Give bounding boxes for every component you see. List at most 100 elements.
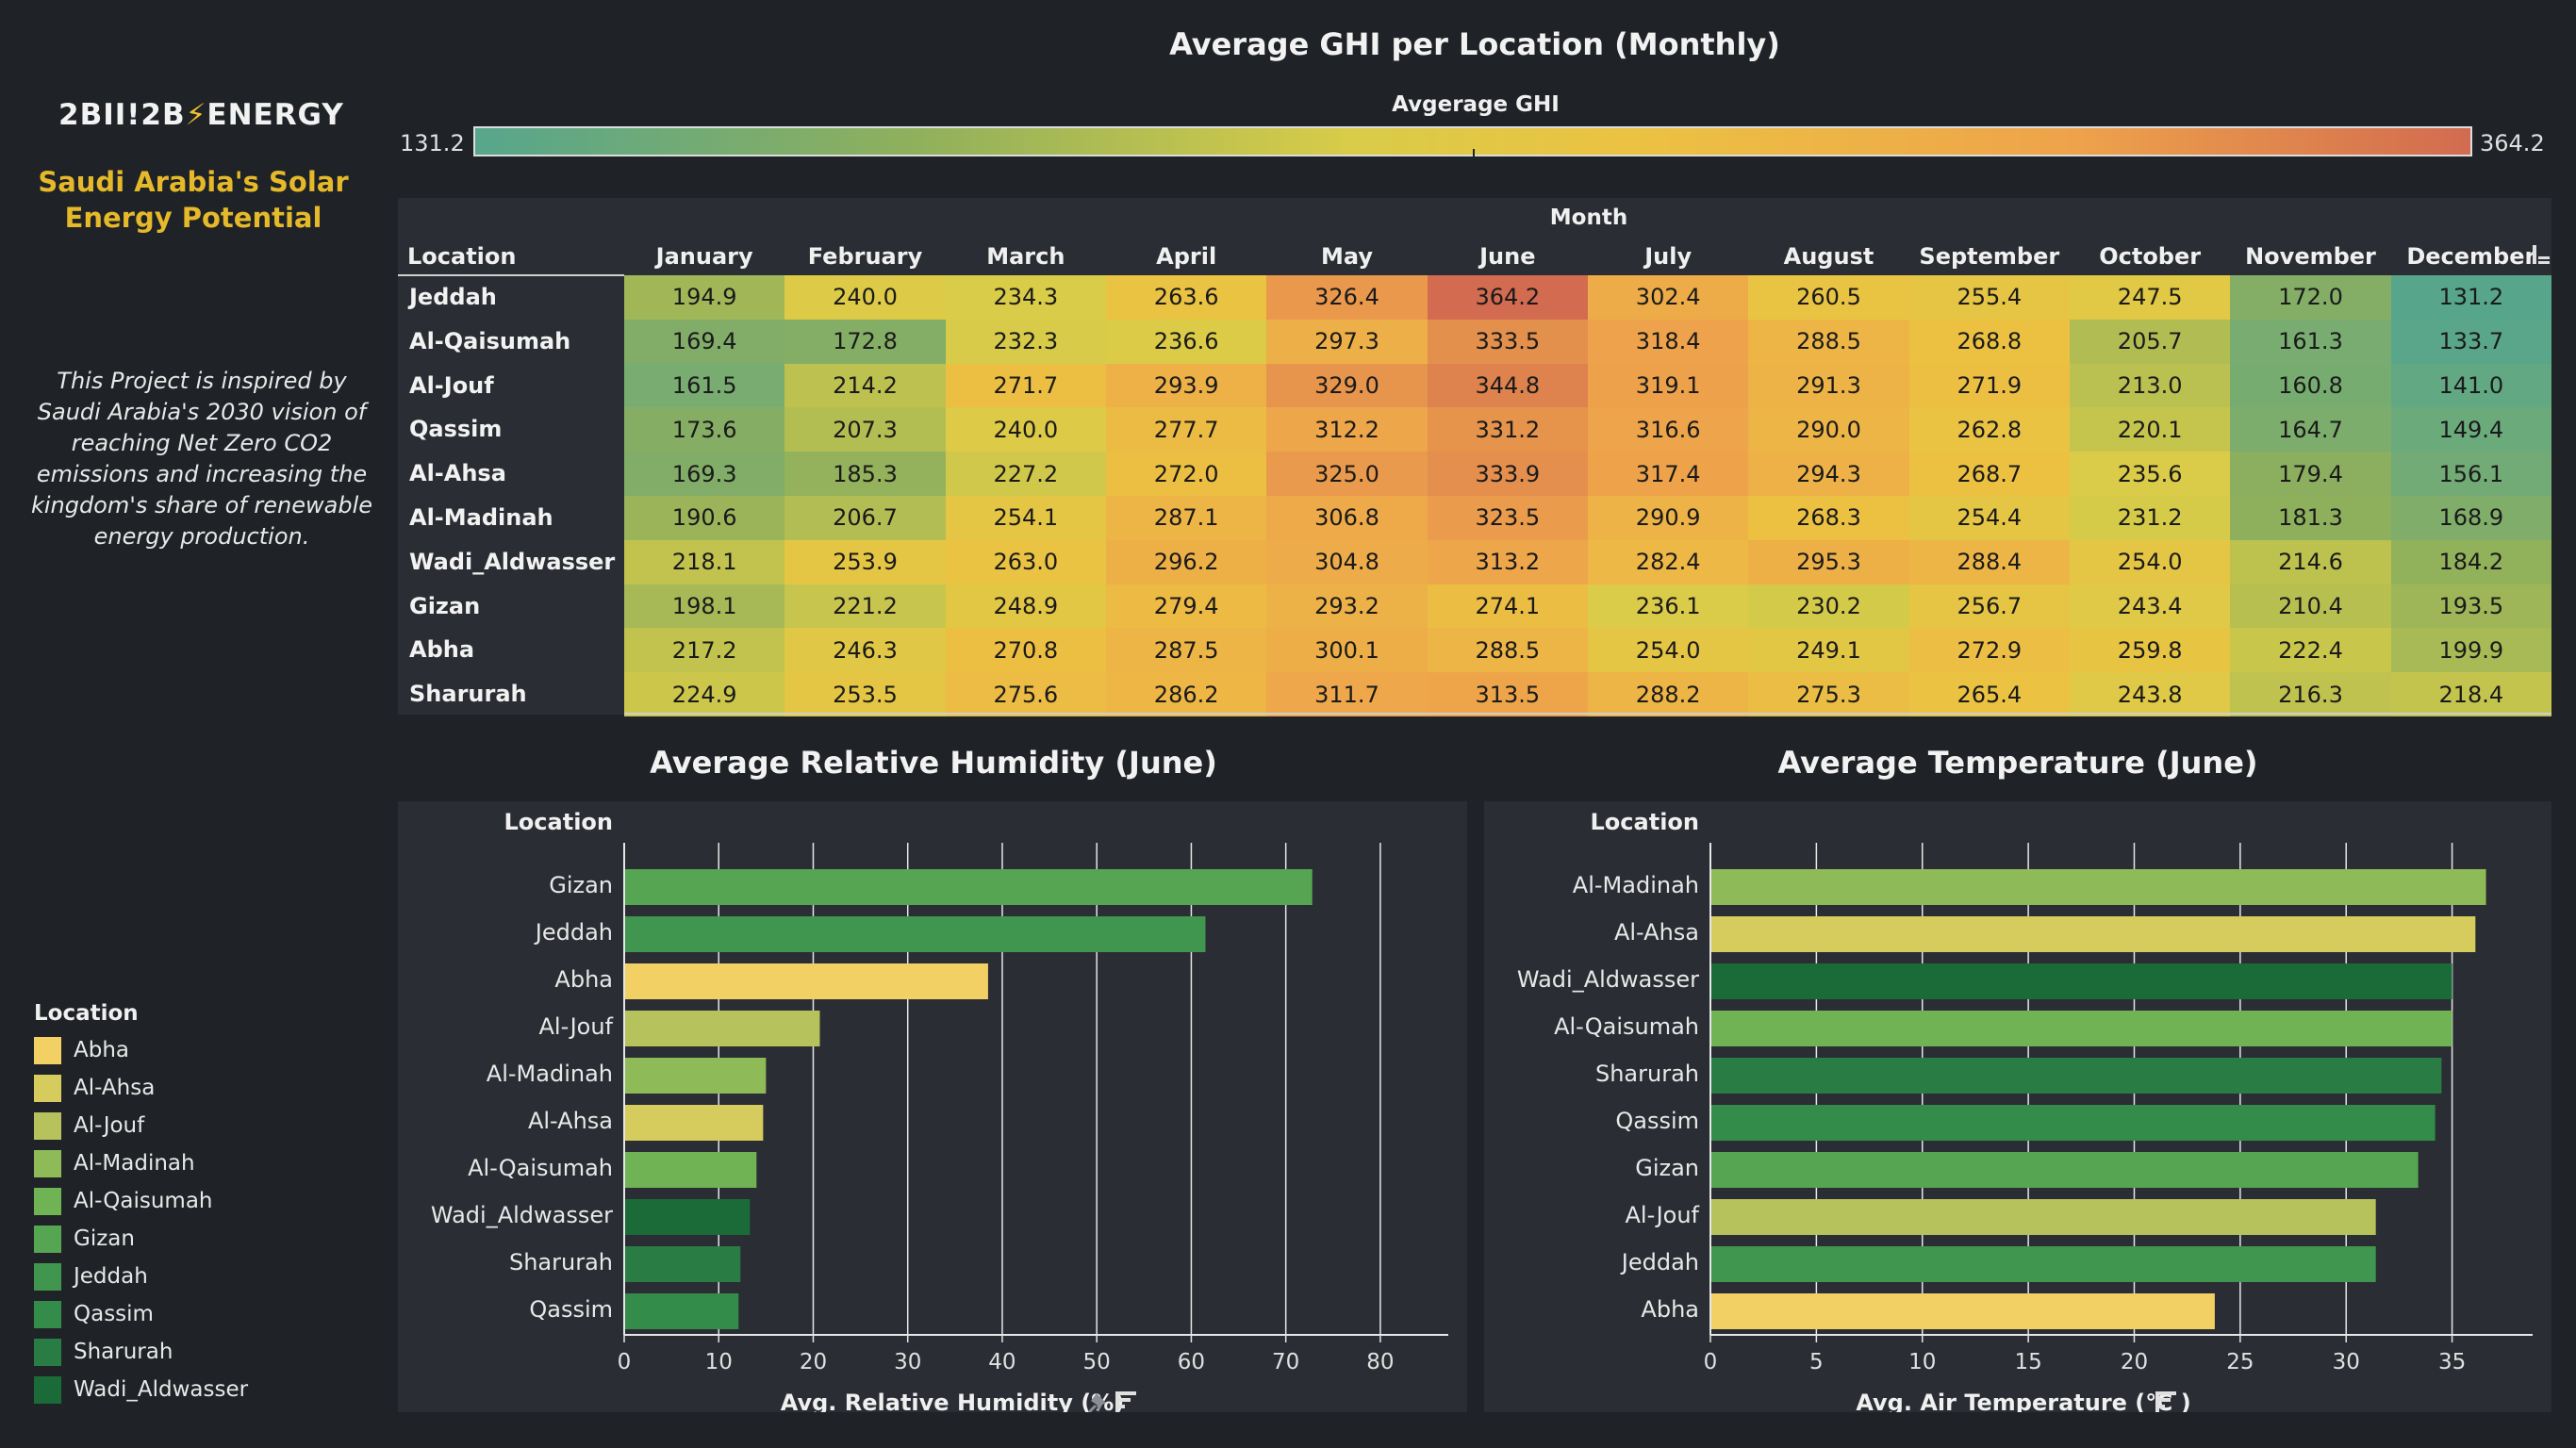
heatmap-cell[interactable]: 293.2 [1266,584,1428,629]
heatmap-cell[interactable]: 318.4 [1587,319,1749,364]
month-column-header[interactable]: September [1909,243,2070,270]
bar[interactable] [624,1199,751,1235]
heatmap-cell[interactable]: 224.9 [624,672,785,716]
month-column-header[interactable]: March [946,243,1106,270]
heatmap-cell[interactable]: 169.4 [624,319,785,364]
heatmap-cell[interactable]: 255.4 [1908,275,2070,320]
heatmap-cell[interactable]: 235.6 [2069,452,2231,496]
heatmap-cell[interactable]: 246.3 [784,628,946,673]
legend-item[interactable]: Qassim [34,1295,345,1333]
heatmap-cell[interactable]: 236.6 [1105,319,1267,364]
heatmap-cell[interactable]: 295.3 [1748,539,1909,584]
heatmap-cell[interactable]: 311.7 [1266,672,1428,716]
heatmap-cell[interactable]: 288.5 [1748,319,1909,364]
bar[interactable] [1710,1058,2442,1094]
heatmap-cell[interactable]: 271.9 [1908,363,2070,408]
heatmap-cell[interactable]: 185.3 [784,452,946,496]
sort-icon[interactable] [1115,1391,1136,1412]
heatmap-cell[interactable]: 256.7 [1908,584,2070,629]
heatmap-cell[interactable]: 312.2 [1266,407,1428,452]
heatmap-cell[interactable]: 286.2 [1105,672,1267,716]
heatmap-cell[interactable]: 288.4 [1908,539,2070,584]
bar[interactable] [624,1152,757,1188]
heatmap-cell[interactable]: 262.8 [1908,407,2070,452]
heatmap-cell[interactable]: 326.4 [1266,275,1428,320]
heatmap-cell[interactable]: 304.8 [1266,539,1428,584]
heatmap-cell[interactable]: 323.5 [1427,495,1588,540]
heatmap-cell[interactable]: 297.3 [1266,319,1428,364]
heatmap-cell[interactable]: 240.0 [784,275,946,320]
heatmap-cell[interactable]: 271.7 [945,363,1106,408]
heatmap-cell[interactable]: 316.6 [1587,407,1749,452]
heatmap-cell[interactable]: 236.1 [1587,584,1749,629]
heatmap-cell[interactable]: 290.0 [1748,407,1909,452]
legend-item[interactable]: Wadi_Aldwasser [34,1371,345,1408]
heatmap-cell[interactable]: 173.6 [624,407,785,452]
bar[interactable] [1710,963,2452,999]
sort-icon[interactable] [2531,243,2551,268]
heatmap-cell[interactable]: 274.1 [1427,584,1588,629]
legend-item[interactable]: Al-Madinah [34,1144,345,1182]
heatmap-cell[interactable]: 268.7 [1908,452,2070,496]
month-column-header[interactable]: January [624,243,784,270]
heatmap-cell[interactable]: 194.9 [624,275,785,320]
heatmap-cell[interactable]: 294.3 [1748,452,1909,496]
heatmap-cell[interactable]: 198.1 [624,584,785,629]
heatmap-cell[interactable]: 333.5 [1427,319,1588,364]
heatmap-cell[interactable]: 319.1 [1587,363,1749,408]
heatmap-cell[interactable]: 149.4 [2390,407,2551,452]
month-column-header[interactable]: August [1748,243,1908,270]
month-column-header[interactable]: December [2391,243,2551,270]
heatmap-cell[interactable]: 249.1 [1748,628,1909,673]
heatmap-cell[interactable]: 317.4 [1587,452,1749,496]
heatmap-cell[interactable]: 331.2 [1427,407,1588,452]
heatmap-cell[interactable]: 325.0 [1266,452,1428,496]
heatmap-cell[interactable]: 172.0 [2230,275,2391,320]
heatmap-cell[interactable]: 302.4 [1587,275,1749,320]
heatmap-cell[interactable]: 231.2 [2069,495,2231,540]
heatmap-cell[interactable]: 313.2 [1427,539,1588,584]
heatmap-cell[interactable]: 290.9 [1587,495,1749,540]
heatmap-cell[interactable]: 206.7 [784,495,946,540]
heatmap-cell[interactable]: 213.0 [2069,363,2231,408]
heatmap-cell[interactable]: 291.3 [1748,363,1909,408]
heatmap-cell[interactable]: 205.7 [2069,319,2231,364]
bar[interactable] [1710,1293,2215,1329]
heatmap-cell[interactable]: 199.9 [2390,628,2551,673]
heatmap-cell[interactable]: 216.3 [2230,672,2391,716]
month-column-header[interactable]: July [1588,243,1748,270]
heatmap-cell[interactable]: 161.3 [2230,319,2391,364]
heatmap-cell[interactable]: 275.3 [1748,672,1909,716]
heatmap-cell[interactable]: 254.0 [2069,539,2231,584]
heatmap-cell[interactable]: 254.0 [1587,628,1749,673]
heatmap-cell[interactable]: 287.1 [1105,495,1267,540]
heatmap-cell[interactable]: 248.9 [945,584,1106,629]
heatmap-cell[interactable]: 277.7 [1105,407,1267,452]
heatmap-cell[interactable]: 279.4 [1105,584,1267,629]
heatmap-cell[interactable]: 160.8 [2230,363,2391,408]
bar[interactable] [624,1058,767,1094]
bar[interactable] [1710,1199,2376,1235]
heatmap-cell[interactable]: 218.4 [2390,672,2551,716]
heatmap-cell[interactable]: 260.5 [1748,275,1909,320]
heatmap-cell[interactable]: 168.9 [2390,495,2551,540]
heatmap-cell[interactable]: 300.1 [1266,628,1428,673]
legend-item[interactable]: Abha [34,1031,345,1069]
heatmap-cell[interactable]: 364.2 [1427,275,1588,320]
bar[interactable] [624,1246,741,1282]
legend-item[interactable]: Sharurah [34,1333,345,1371]
heatmap-cell[interactable]: 272.9 [1908,628,2070,673]
heatmap-cell[interactable]: 172.8 [784,319,946,364]
bar[interactable] [1710,916,2476,952]
heatmap-cell[interactable]: 220.1 [2069,407,2231,452]
heatmap-cell[interactable]: 275.6 [945,672,1106,716]
heatmap-cell[interactable]: 232.3 [945,319,1106,364]
heatmap-cell[interactable]: 306.8 [1266,495,1428,540]
heatmap-cell[interactable]: 263.0 [945,539,1106,584]
heatmap-cell[interactable]: 293.9 [1105,363,1267,408]
heatmap-cell[interactable]: 263.6 [1105,275,1267,320]
heatmap-cell[interactable]: 272.0 [1105,452,1267,496]
legend-item[interactable]: Al-Jouf [34,1107,345,1144]
month-column-header[interactable]: May [1266,243,1427,270]
heatmap-cell[interactable]: 179.4 [2230,452,2391,496]
